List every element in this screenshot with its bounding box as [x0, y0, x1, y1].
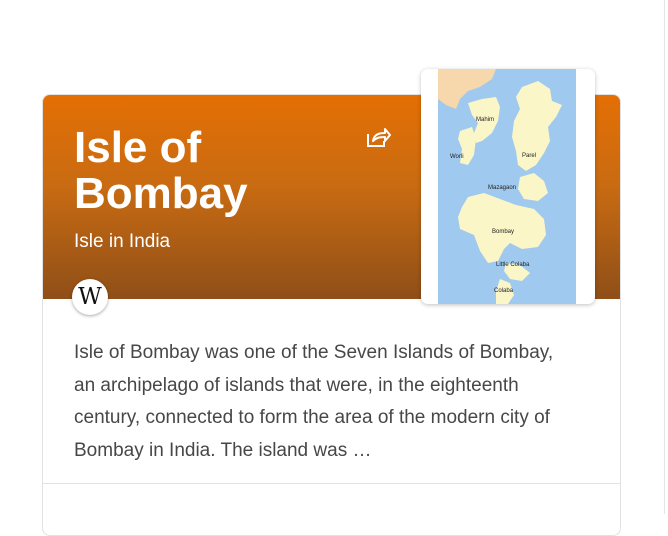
share-button[interactable] [364, 123, 392, 151]
wikipedia-letter: W [78, 284, 102, 310]
map-label-mahim: Mahim [476, 117, 494, 123]
map-label-bombay: Bombay [492, 229, 514, 235]
map-label-little-colaba: Little Colaba [496, 262, 530, 268]
map-image: Mahim Worli Parel Mazagaon Bombay Little… [438, 69, 576, 304]
page-edge [664, 0, 665, 514]
map-label-worli: Worli [450, 154, 464, 160]
map-label-colaba: Colaba [494, 288, 514, 294]
map-thumbnail[interactable]: Mahim Worli Parel Mazagaon Bombay Little… [421, 69, 595, 304]
wikipedia-icon[interactable]: W [72, 279, 108, 315]
share-icon [367, 128, 391, 147]
entity-subtitle: Isle in India [74, 231, 171, 252]
entity-title: Isle of Bombay [74, 123, 248, 218]
map-label-mazagaon: Mazagaon [488, 185, 516, 191]
entity-description: Isle of Bombay was one of the Seven Isla… [74, 342, 554, 461]
map-label-parel: Parel [522, 153, 536, 159]
card-divider [43, 483, 620, 484]
